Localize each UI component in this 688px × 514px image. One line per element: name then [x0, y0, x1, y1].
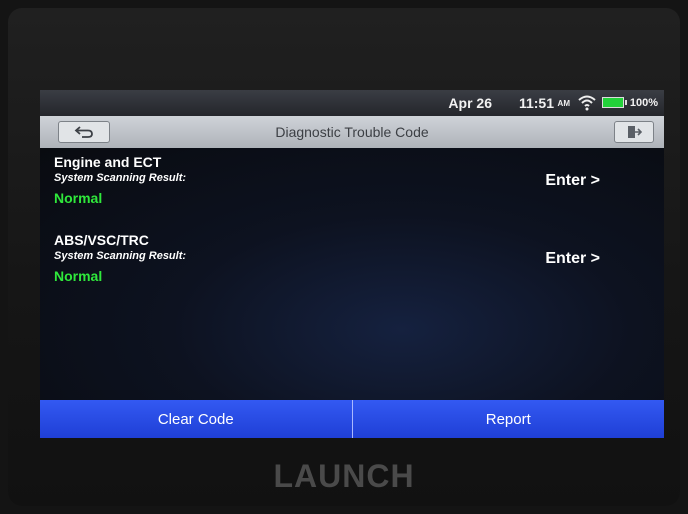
results-list: Engine and ECT System Scanning Result: N…	[40, 148, 664, 400]
wifi-icon	[578, 95, 596, 114]
enter-button-engine-ect[interactable]: Enter >	[545, 172, 600, 190]
exit-icon	[628, 126, 642, 138]
clear-code-button[interactable]: Clear Code	[40, 400, 352, 438]
status-time: 11:51	[518, 95, 554, 111]
title-bar: Diagnostic Trouble Code	[40, 116, 664, 148]
page-title: Diagnostic Trouble Code	[275, 124, 429, 140]
action-bar: Clear Code Report	[40, 400, 664, 438]
status-date: Apr 26	[448, 95, 492, 111]
status-bar: Apr 26 11:51 AM 100%	[40, 90, 664, 116]
scan-status: Normal	[54, 190, 103, 206]
system-row-abs-vsc-trc: ABS/VSC/TRC System Scanning Result: Norm…	[54, 232, 654, 302]
exit-button[interactable]	[614, 121, 654, 143]
device-screen: Apr 26 11:51 AM 100% Diagnostic Trouble …	[40, 90, 664, 438]
enter-button-abs-vsc-trc[interactable]: Enter >	[545, 250, 600, 268]
system-name: Engine and ECT	[54, 154, 162, 170]
system-row-engine-ect: Engine and ECT System Scanning Result: N…	[54, 154, 654, 224]
brand-logo: LAUNCH	[273, 458, 415, 494]
battery-icon	[602, 97, 627, 108]
report-button[interactable]: Report	[353, 400, 665, 438]
system-name: ABS/VSC/TRC	[54, 232, 149, 248]
battery-level: 100%	[629, 97, 658, 109]
scan-status: Normal	[54, 268, 103, 284]
status-ampm: AM	[557, 99, 570, 108]
